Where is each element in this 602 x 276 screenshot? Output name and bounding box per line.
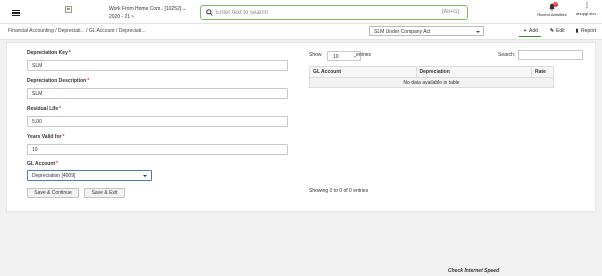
pencil-icon: ✎ xyxy=(549,28,555,34)
depreciation-description-input[interactable] xyxy=(27,88,288,99)
table-header-row: GL Account Depreciation Rate xyxy=(309,66,554,78)
depreciation-book-value: SLM Under Company Act xyxy=(374,29,431,35)
table-row: No data available in table xyxy=(309,77,554,88)
recent-activities-label: Recent Activities xyxy=(537,12,567,17)
report-button[interactable]: ▮ Report xyxy=(574,27,596,37)
chevron-down-icon: ⌄ xyxy=(182,6,187,12)
org-switcher[interactable]: Work From Home Com.. [10252]⌄ 2020 - 21✎ xyxy=(109,6,186,21)
depreciation-book-select[interactable]: SLM Under Company Act xyxy=(369,26,484,36)
page-length-value: 10 xyxy=(333,53,339,60)
main-panel: Depreciation Key* Depreciation Descripti… xyxy=(6,42,596,212)
table-search-input[interactable] xyxy=(518,50,583,60)
residual-life-label: Residual Life* xyxy=(27,106,62,112)
user-menu[interactable]: ⋮ anupgl.shn.. xyxy=(573,3,601,16)
years-valid-for-input[interactable] xyxy=(27,144,288,155)
check-internet-speed-link[interactable]: Check Internet Speed xyxy=(448,268,499,274)
add-label: Add xyxy=(529,28,538,34)
breadcrumb-bar: Financial Accounting / Depreciati... / G… xyxy=(0,24,602,40)
depreciation-key-label: Depreciation Key* xyxy=(27,50,71,56)
hamburger-menu-icon[interactable] xyxy=(12,10,20,16)
gl-account-select[interactable]: Depreciation [4009] xyxy=(27,170,152,181)
table-info: Showing 0 to 0 of 0 entries xyxy=(309,188,369,194)
report-label: Report xyxy=(581,28,597,34)
empty-table-message: No data available in table xyxy=(309,77,554,88)
search-input[interactable] xyxy=(216,8,416,18)
column-header[interactable]: Depreciation xyxy=(415,66,533,78)
save-continue-button[interactable]: Save & Continue xyxy=(27,188,79,198)
plus-icon: + xyxy=(523,28,527,34)
search-icon xyxy=(206,9,213,16)
global-search: [Alt+G] xyxy=(200,5,468,20)
add-button[interactable]: + Add xyxy=(519,27,541,37)
org-name: Work From Home Com.. [10252] xyxy=(109,6,182,12)
entries-label: entries xyxy=(356,52,372,58)
save-exit-button[interactable]: Save & Exit xyxy=(84,188,125,198)
breadcrumb[interactable]: Financial Accounting / Depreciati... / G… xyxy=(8,28,145,34)
user-name: anupgl.shn.. xyxy=(576,11,598,16)
document-icon: ▮ xyxy=(575,28,579,34)
company-logo xyxy=(65,6,72,13)
recent-activities[interactable]: 0 Recent Activities xyxy=(535,2,569,17)
column-header[interactable]: Rate xyxy=(531,66,554,78)
edit-label: Edit xyxy=(556,28,565,34)
top-bar: Work From Home Com.. [10252]⌄ 2020 - 21✎… xyxy=(0,0,602,24)
edit-icon[interactable]: ✎ xyxy=(131,14,134,19)
years-valid-for-label: Years Valid for* xyxy=(27,134,65,140)
gl-account-table: GL Account Depreciation Rate No data ava… xyxy=(309,66,554,88)
show-label: Show xyxy=(309,52,322,58)
column-header[interactable]: GL Account xyxy=(309,66,417,78)
gl-account-value: Depreciation [4009] xyxy=(32,173,76,179)
table-search-label: Search: xyxy=(498,52,516,58)
notification-badge: 0 xyxy=(553,2,558,7)
gl-account-label: GL Account* xyxy=(27,161,59,167)
depreciation-description-label: Depreciation Description* xyxy=(27,78,90,84)
residual-life-input[interactable] xyxy=(27,116,288,127)
caret-down-icon xyxy=(476,30,480,33)
edit-button[interactable]: ✎ Edit xyxy=(549,27,565,37)
caret-down-icon xyxy=(143,175,147,177)
search-shortcut-hint: [Alt+G] xyxy=(442,9,459,15)
fiscal-year: 2020 - 21 xyxy=(109,14,131,20)
kebab-menu-icon: ⋮ xyxy=(584,3,590,9)
depreciation-key-input[interactable] xyxy=(27,60,288,71)
